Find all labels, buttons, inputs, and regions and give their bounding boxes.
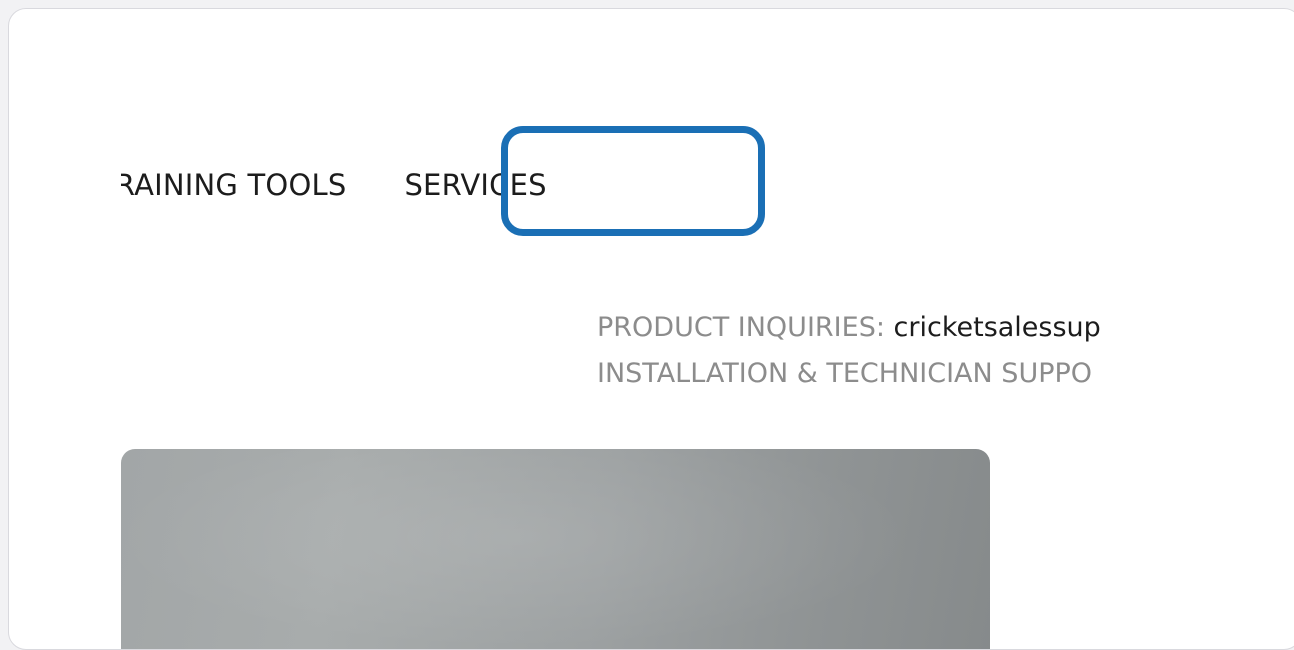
installation-support-line: INSTALLATION & TECHNICIAN SUPPO (597, 358, 1093, 389)
page-viewport: TRAINING TOOLS SERVICES PRODUCT INQUIRIE… (121, 9, 1179, 649)
product-inquiries-line: PRODUCT INQUIRIES: cricketsalessup (597, 305, 1101, 351)
product-inquiries-email[interactable]: cricketsalessup (894, 312, 1101, 343)
nav-training-tools[interactable]: TRAINING TOOLS (121, 165, 346, 205)
hero-image (121, 449, 990, 649)
screenshot-frame: TRAINING TOOLS SERVICES PRODUCT INQUIRIE… (8, 8, 1294, 650)
contact-info: PRODUCT INQUIRIES: cricketsalessup INSTA… (597, 305, 1101, 397)
nav-services[interactable]: SERVICES (404, 165, 546, 205)
product-inquiries-label: PRODUCT INQUIRIES: (597, 312, 885, 343)
main-navigation: TRAINING TOOLS SERVICES (121, 165, 547, 205)
